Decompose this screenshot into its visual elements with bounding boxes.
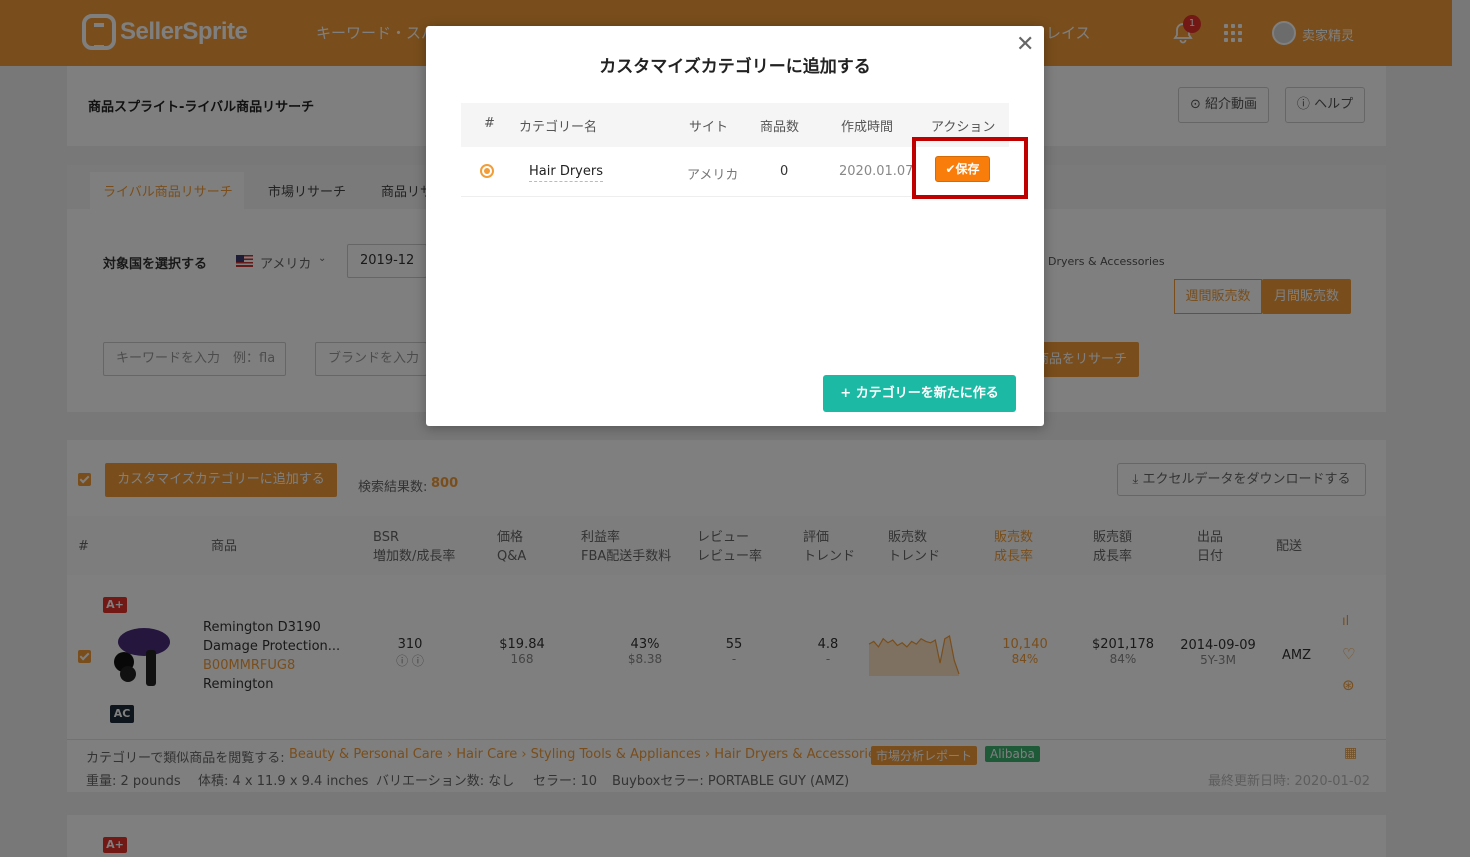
- highlight-box: [912, 137, 1028, 199]
- col-category-name: カテゴリー名: [519, 120, 598, 135]
- create-category-button[interactable]: + カテゴリーを新たに作る: [823, 375, 1016, 412]
- category-site: アメリカ: [687, 168, 739, 183]
- plus-icon: +: [840, 386, 856, 401]
- category-name[interactable]: Hair Dryers: [529, 164, 603, 182]
- category-radio[interactable]: [480, 164, 494, 178]
- col-created-time: 作成時間: [841, 120, 894, 135]
- col-site: サイト: [689, 120, 729, 135]
- col-product-count: 商品数: [760, 120, 800, 135]
- add-to-category-dialog: カスタマイズカテゴリーに追加する ✕ # カテゴリー名 サイト 商品数 作成時間…: [426, 26, 1044, 426]
- dialog-title: カスタマイズカテゴリーに追加する: [599, 57, 871, 77]
- category-count: 0: [780, 164, 789, 179]
- col-hash: #: [484, 116, 495, 131]
- row-separator: [461, 196, 911, 197]
- category-created: 2020.01.07: [839, 164, 914, 179]
- create-category-label: カテゴリーを新たに作る: [855, 386, 999, 401]
- close-icon[interactable]: ✕: [1016, 32, 1034, 57]
- col-action: アクション: [931, 120, 996, 135]
